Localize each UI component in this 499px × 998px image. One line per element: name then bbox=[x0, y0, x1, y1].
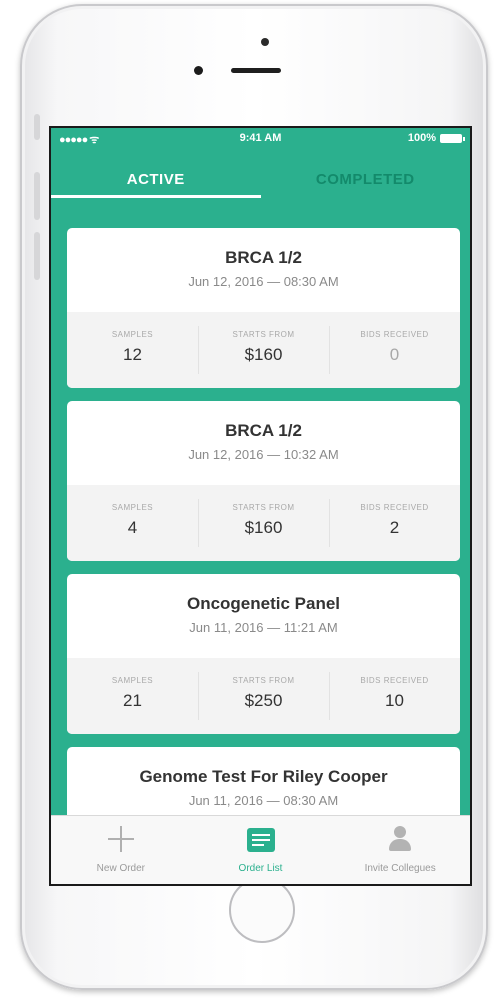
stat-value: 2 bbox=[389, 518, 400, 537]
person-icon bbox=[387, 826, 413, 852]
tab-item-label: Invite Collegues bbox=[364, 863, 436, 874]
stat-value: $250 bbox=[244, 691, 283, 710]
front-camera bbox=[194, 66, 203, 75]
app-screen: ●●●●● ᯤ 9:41 AM 100% ACTIVE COMPLETED BR… bbox=[49, 126, 472, 886]
stat-label: SAMPLES bbox=[111, 503, 154, 512]
stat-starts-from: STARTS FROM $160 bbox=[198, 485, 329, 561]
tab-active-label: ACTIVE bbox=[126, 171, 185, 188]
order-date: Jun 12, 2016 — 08:30 AM bbox=[188, 274, 339, 289]
list-icon bbox=[246, 828, 275, 852]
battery-percent: 100% bbox=[407, 132, 436, 144]
segment-tabs: ACTIVE COMPLETED bbox=[51, 160, 470, 206]
home-button[interactable] bbox=[229, 877, 295, 943]
tab-active-indicator bbox=[51, 195, 261, 198]
order-date: Jun 12, 2016 — 10:32 AM bbox=[188, 447, 339, 462]
order-card[interactable]: Oncogenetic Panel Jun 11, 2016 — 11:21 A… bbox=[67, 574, 460, 734]
tab-item-label: Order List bbox=[238, 863, 283, 874]
order-title: Genome Test For Riley Cooper bbox=[139, 767, 388, 786]
stat-value: 12 bbox=[123, 345, 142, 364]
stat-value: 21 bbox=[123, 691, 142, 710]
status-bar: ●●●●● ᯤ 9:41 AM 100% bbox=[51, 128, 470, 150]
order-stats: SAMPLES 21 STARTS FROM $250 BIDS RECEIVE… bbox=[67, 658, 460, 734]
order-date: Jun 11, 2016 — 11:21 AM bbox=[189, 620, 338, 635]
order-title: BRCA 1/2 bbox=[225, 421, 302, 440]
bottom-tab-bar: New Order Order List Invite Collegues bbox=[51, 815, 470, 884]
stat-bids-received: BIDS RECEIVED 10 bbox=[329, 658, 460, 734]
camera-dot bbox=[261, 38, 269, 46]
order-title: Oncogenetic Panel bbox=[186, 594, 341, 613]
stat-samples: SAMPLES 4 bbox=[67, 485, 198, 561]
order-list[interactable]: BRCA 1/2 Jun 12, 2016 — 08:30 AM SAMPLES… bbox=[51, 208, 470, 818]
tab-invite-collegues[interactable]: Invite Collegues bbox=[330, 816, 470, 884]
stat-label: SAMPLES bbox=[111, 330, 154, 339]
mute-switch bbox=[34, 114, 40, 140]
order-date: Jun 11, 2016 — 08:30 AM bbox=[188, 793, 339, 808]
order-card-header: BRCA 1/2 Jun 12, 2016 — 08:30 AM bbox=[67, 228, 460, 312]
stat-value: 0 bbox=[389, 345, 400, 364]
stat-samples: SAMPLES 21 bbox=[67, 658, 198, 734]
tab-completed-label: COMPLETED bbox=[315, 171, 415, 188]
plus-icon bbox=[107, 826, 134, 852]
order-title: BRCA 1/2 bbox=[225, 248, 302, 267]
order-card-header: Oncogenetic Panel Jun 11, 2016 — 11:21 A… bbox=[67, 574, 460, 658]
stat-value: 4 bbox=[127, 518, 138, 537]
tab-new-order[interactable]: New Order bbox=[51, 816, 191, 884]
stat-label: SAMPLES bbox=[111, 676, 154, 685]
stat-label: STARTS FROM bbox=[232, 503, 295, 512]
stat-value: $160 bbox=[244, 345, 283, 364]
stat-label: BIDS RECEIVED bbox=[360, 330, 429, 339]
order-card[interactable]: BRCA 1/2 Jun 12, 2016 — 08:30 AM SAMPLES… bbox=[67, 228, 460, 388]
tab-item-label: New Order bbox=[96, 863, 146, 874]
stat-bids-received: BIDS RECEIVED 0 bbox=[329, 312, 460, 388]
order-stats: SAMPLES 12 STARTS FROM $160 BIDS RECEIVE… bbox=[67, 312, 460, 388]
volume-down-button bbox=[34, 232, 40, 280]
tab-completed[interactable]: COMPLETED bbox=[261, 160, 471, 206]
stat-label: STARTS FROM bbox=[232, 330, 295, 339]
tab-order-list[interactable]: Order List bbox=[191, 816, 331, 884]
order-card[interactable]: BRCA 1/2 Jun 12, 2016 — 10:32 AM SAMPLES… bbox=[67, 401, 460, 561]
battery-icon bbox=[440, 133, 465, 143]
earpiece-speaker bbox=[231, 68, 281, 73]
stat-label: BIDS RECEIVED bbox=[360, 676, 429, 685]
stat-value: 10 bbox=[385, 691, 404, 710]
stat-samples: SAMPLES 12 bbox=[67, 312, 198, 388]
stat-starts-from: STARTS FROM $160 bbox=[198, 312, 329, 388]
stat-value: $160 bbox=[244, 518, 283, 537]
stat-label: STARTS FROM bbox=[232, 676, 295, 685]
tab-active[interactable]: ACTIVE bbox=[51, 160, 261, 206]
order-stats: SAMPLES 4 STARTS FROM $160 BIDS RECEIVED… bbox=[67, 485, 460, 561]
battery-indicator: 100% bbox=[407, 132, 465, 144]
volume-up-button bbox=[34, 172, 40, 220]
stat-label: BIDS RECEIVED bbox=[360, 503, 429, 512]
order-card[interactable]: Genome Test For Riley Cooper Jun 11, 201… bbox=[67, 747, 460, 818]
order-card-header: BRCA 1/2 Jun 12, 2016 — 10:32 AM bbox=[67, 401, 460, 485]
stat-starts-from: STARTS FROM $250 bbox=[198, 658, 329, 734]
order-card-header: Genome Test For Riley Cooper Jun 11, 201… bbox=[67, 747, 460, 818]
stat-bids-received: BIDS RECEIVED 2 bbox=[329, 485, 460, 561]
